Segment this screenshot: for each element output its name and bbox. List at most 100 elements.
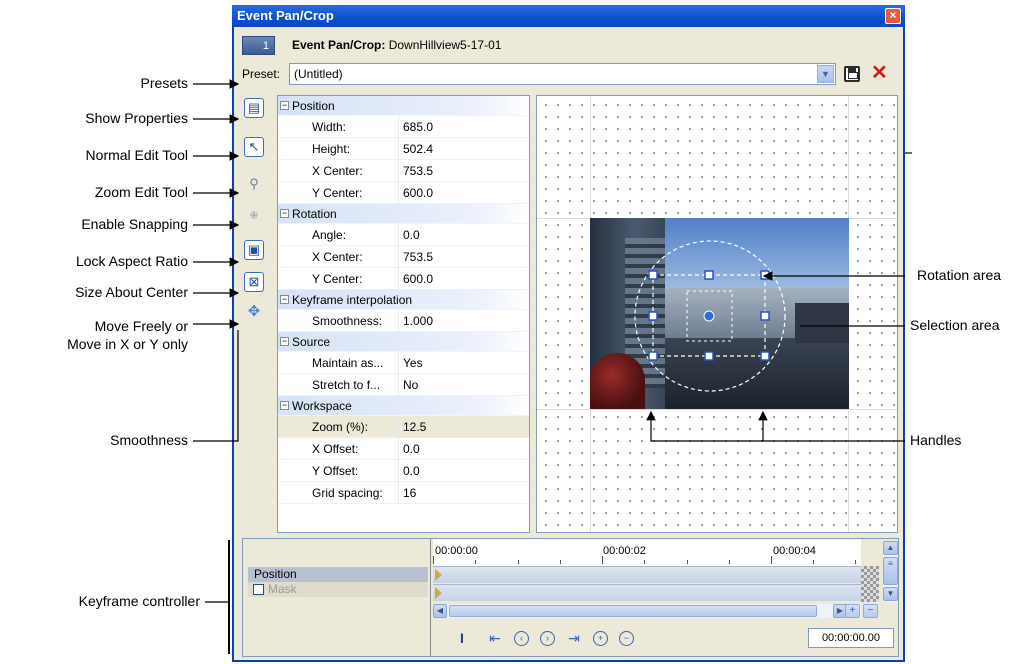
- lock-aspect-ratio-button[interactable]: ▣: [244, 240, 264, 260]
- move-freely-button[interactable]: ✥: [244, 303, 264, 323]
- mask-keyframe-lane[interactable]: [433, 584, 861, 601]
- track-list: Position Mask: [243, 539, 431, 656]
- collapse-icon[interactable]: −: [280, 295, 289, 304]
- keyframe-marker[interactable]: [435, 569, 442, 581]
- keyframe-marker[interactable]: [435, 587, 442, 599]
- window-title: Event Pan/Crop: [237, 8, 334, 23]
- callout-lock-aspect-ratio: Lock Aspect Ratio: [75, 253, 188, 269]
- end-region: [861, 566, 879, 602]
- zoom-out-icon[interactable]: −: [863, 604, 878, 618]
- add-keyframe-icon[interactable]: +: [593, 631, 608, 646]
- property-row[interactable]: Y Center: 600.0: [278, 268, 529, 290]
- handle[interactable]: [704, 351, 714, 361]
- callout-show-properties: Show Properties: [85, 110, 188, 126]
- preset-value: (Untitled): [294, 67, 343, 81]
- callout-selection-area: Selection area: [910, 317, 1000, 333]
- center-handle[interactable]: [703, 310, 715, 322]
- handle[interactable]: [648, 311, 658, 321]
- normal-edit-tool-button[interactable]: ↖: [244, 137, 264, 157]
- property-row[interactable]: Height: 502.4: [278, 138, 529, 160]
- scroll-down-icon[interactable]: ▼: [883, 587, 898, 601]
- last-keyframe-icon[interactable]: ⇥: [565, 629, 583, 647]
- scroll-thumb[interactable]: [449, 605, 817, 617]
- scroll-thumb[interactable]: ≡: [883, 557, 898, 585]
- timecode-display[interactable]: 00:00:00.00: [808, 628, 894, 648]
- callout-zoom-edit-tool: Zoom Edit Tool: [94, 184, 188, 200]
- position-keyframe-lane[interactable]: [433, 566, 861, 583]
- group-source[interactable]: − Source: [278, 332, 529, 352]
- zoom-in-icon[interactable]: +: [845, 604, 860, 618]
- crop-overlay: [634, 240, 786, 392]
- enable-snapping-button[interactable]: ⁜: [244, 207, 264, 227]
- close-button[interactable]: ×: [885, 8, 901, 24]
- handle[interactable]: [648, 351, 658, 361]
- show-properties-button[interactable]: ▤: [244, 98, 264, 118]
- save-preset-icon[interactable]: [844, 66, 860, 82]
- group-keyframe-interpolation[interactable]: − Keyframe interpolation: [278, 290, 529, 310]
- media-number-badge: 1: [242, 36, 275, 55]
- group-position[interactable]: − Position: [278, 96, 529, 116]
- property-row[interactable]: Maintain as... Yes: [278, 352, 529, 374]
- timeline-ruler[interactable]: 00:00:00 00:00:02 00:00:04: [433, 539, 861, 566]
- event-title: Event Pan/Crop: DownHillview5-17-01: [292, 38, 501, 52]
- next-keyframe-icon[interactable]: ›: [540, 631, 555, 646]
- ruler-label: 00:00:04: [773, 545, 816, 557]
- ruler-label: 00:00:02: [603, 545, 646, 557]
- callout-size-about-center: Size About Center: [75, 284, 188, 300]
- previous-keyframe-icon[interactable]: ‹: [514, 631, 529, 646]
- handle[interactable]: [704, 270, 714, 280]
- keyframe-controller: Position Mask 00:00:00 00:00:02 00:00:04: [242, 538, 899, 657]
- callout-move-freely: Move Freely or: [94, 318, 188, 334]
- track-mask[interactable]: Mask: [248, 582, 428, 597]
- property-row[interactable]: Y Center: 600.0: [278, 182, 529, 204]
- mask-checkbox[interactable]: [253, 584, 264, 595]
- callout-handles: Handles: [910, 432, 962, 448]
- property-row[interactable]: Grid spacing: 16: [278, 482, 529, 504]
- vertical-scrollbar[interactable]: ▲ ≡ ▼: [883, 541, 898, 602]
- preset-label: Preset:: [242, 67, 281, 81]
- property-row[interactable]: Smoothness: 1.000: [278, 310, 529, 332]
- title-bar: Event Pan/Crop ×: [232, 5, 905, 27]
- zoom-edit-tool-button[interactable]: ⚲: [244, 175, 264, 195]
- horizontal-scrollbar[interactable]: ◀ ▶: [433, 604, 861, 618]
- size-about-center-button[interactable]: ⊠: [244, 272, 264, 292]
- collapse-icon[interactable]: −: [280, 209, 289, 218]
- handle[interactable]: [760, 351, 770, 361]
- event-name: DownHillview5-17-01: [388, 38, 502, 52]
- property-row[interactable]: Stretch to f... No: [278, 374, 529, 396]
- property-row[interactable]: Y Offset: 0.0: [278, 460, 529, 482]
- collapse-icon[interactable]: −: [280, 101, 289, 110]
- scroll-up-icon[interactable]: ▲: [883, 541, 898, 555]
- property-row[interactable]: X Offset: 0.0: [278, 438, 529, 460]
- first-keyframe-icon[interactable]: ⇤: [486, 629, 504, 647]
- handle[interactable]: [760, 311, 770, 321]
- lock-envelope-icon[interactable]: I: [453, 629, 471, 647]
- ruler-label: 00:00:00: [435, 545, 478, 557]
- collapse-icon[interactable]: −: [280, 401, 289, 410]
- callout-presets: Presets: [140, 75, 188, 91]
- callout-enable-snapping: Enable Snapping: [81, 216, 188, 232]
- scroll-left-icon[interactable]: ◀: [433, 604, 447, 618]
- callout-keyframe-controller: Keyframe controller: [78, 593, 200, 609]
- property-row-selected[interactable]: Zoom (%): 12.5: [278, 416, 529, 438]
- handle[interactable]: [760, 270, 770, 280]
- callout-smoothness: Smoothness: [110, 432, 188, 448]
- delete-preset-icon[interactable]: ✕: [871, 62, 888, 84]
- callout-move-xy: Move in X or Y only: [67, 336, 188, 352]
- properties-panel: − Position Width: 685.0 Height: 502.4 X Cen…: [277, 95, 530, 533]
- chevron-down-icon[interactable]: ▼: [817, 65, 834, 83]
- track-position[interactable]: Position: [248, 567, 428, 582]
- property-row[interactable]: X Center: 753.5: [278, 160, 529, 182]
- event-pan-crop-window: Event Pan/Crop × 1 Event Pan/Crop: DownH…: [232, 5, 905, 662]
- group-rotation[interactable]: − Rotation: [278, 204, 529, 224]
- collapse-icon[interactable]: −: [280, 337, 289, 346]
- delete-keyframe-icon[interactable]: −: [619, 631, 634, 646]
- property-row[interactable]: X Center: 753.5: [278, 246, 529, 268]
- handle[interactable]: [648, 270, 658, 280]
- workspace-canvas[interactable]: [536, 95, 898, 533]
- callout-normal-edit-tool: Normal Edit Tool: [85, 147, 188, 163]
- property-row[interactable]: Width: 685.0: [278, 116, 529, 138]
- preset-dropdown[interactable]: (Untitled) ▼: [289, 63, 836, 85]
- property-row[interactable]: Angle: 0.0: [278, 224, 529, 246]
- group-workspace[interactable]: − Workspace: [278, 396, 529, 416]
